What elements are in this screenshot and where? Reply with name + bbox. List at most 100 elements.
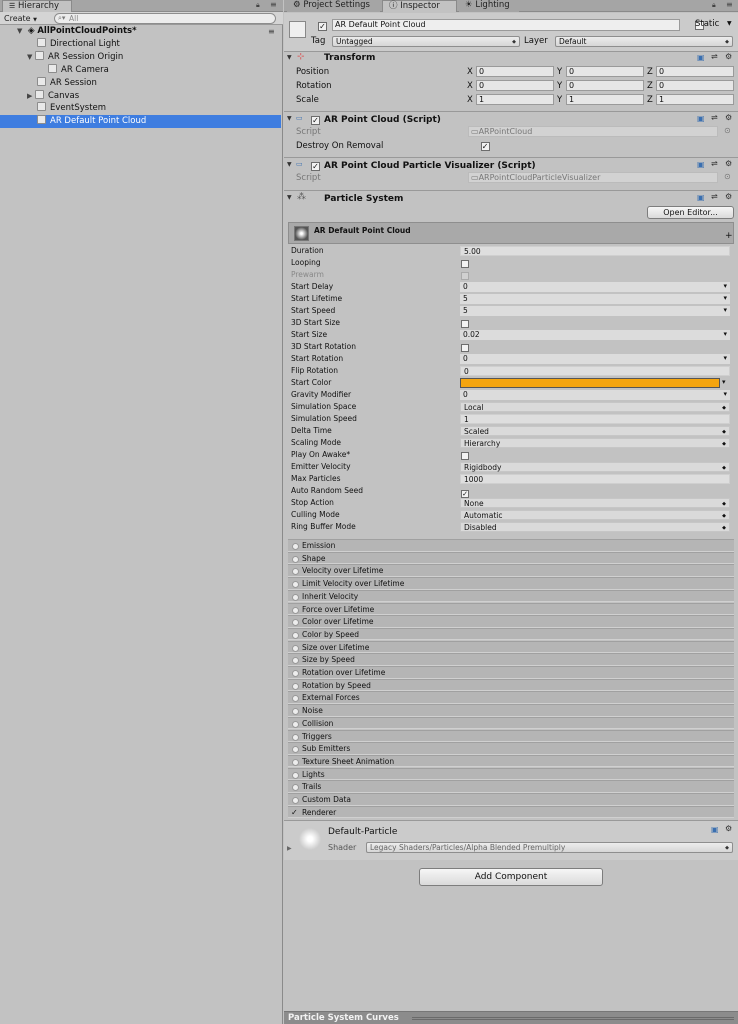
panel-menu-icon[interactable]: ≡ [270, 0, 277, 9]
tab-hierarchy[interactable]: ☰ Hierarchy [2, 0, 72, 12]
particle-prop-value[interactable]: 0 [460, 389, 730, 400]
module-row[interactable]: ✓ Renderer [288, 805, 734, 819]
lock-icon[interactable]: 🔒︎ [712, 1, 716, 10]
chevron-down-icon[interactable]: ▾ [722, 376, 726, 388]
particle-prop-value[interactable]: 0 [460, 281, 730, 292]
particle-prop-value[interactable]: 5 [460, 305, 730, 316]
transform-y-field[interactable]: 0 [566, 80, 644, 91]
axis-label-z[interactable]: Z [647, 95, 653, 105]
help-icon[interactable]: ▣ [711, 825, 719, 834]
expand-arrow-icon[interactable]: ▼ [27, 51, 35, 64]
scene-menu-icon[interactable]: ≡ [268, 25, 275, 38]
hierarchy-item-eventsystem[interactable]: EventSystem [0, 102, 281, 115]
axis-label-x[interactable]: X [467, 67, 473, 77]
axis-label-y[interactable]: Y [557, 81, 562, 91]
module-row[interactable]: Velocity over Lifetime [288, 564, 734, 577]
axis-label-x[interactable]: X [467, 95, 473, 105]
module-toggle-circle[interactable] [292, 657, 299, 665]
module-row[interactable]: Noise [288, 704, 734, 717]
particle-prop-checkbox[interactable] [461, 272, 469, 280]
foldout-arrow-icon[interactable]: ▶ [287, 845, 292, 852]
transform-z-field[interactable]: 1 [656, 94, 734, 105]
tag-dropdown[interactable]: Untagged [332, 36, 520, 47]
tab-project-settings[interactable]: ⚙ Project Settings [287, 0, 380, 12]
add-component-button[interactable]: Add Component [419, 868, 603, 886]
axis-label-x[interactable]: X [467, 81, 473, 91]
foldout-arrow-icon[interactable]: ▼ [287, 194, 292, 201]
module-toggle-circle[interactable] [292, 543, 299, 550]
module-toggle-circle[interactable] [292, 606, 299, 614]
transform-x-field[interactable]: 0 [476, 66, 554, 77]
foldout-arrow-icon[interactable]: ▼ [287, 54, 292, 61]
module-row[interactable]: External Forces [288, 691, 734, 704]
particle-prop-value[interactable]: 5.00 [460, 246, 730, 256]
particle-prop-value[interactable]: Automatic [460, 510, 730, 521]
settings-gear-icon[interactable]: ⚙ [725, 159, 732, 168]
transform-x-field[interactable]: 0 [476, 80, 554, 91]
particle-prop-value[interactable]: 5 [460, 293, 730, 304]
settings-gear-icon[interactable]: ⚙ [725, 192, 732, 201]
settings-gear-icon[interactable]: ⚙ [725, 113, 732, 122]
module-toggle-circle[interactable] [292, 758, 299, 766]
module-row[interactable]: Color by Speed [288, 627, 734, 641]
particle-prop-value[interactable]: Disabled [460, 522, 730, 533]
module-row[interactable]: Shape [288, 551, 734, 565]
module-row[interactable]: Rotation over Lifetime [288, 666, 734, 679]
module-row[interactable]: Size over Lifetime [288, 640, 734, 654]
transform-z-field[interactable]: 0 [656, 66, 734, 77]
module-toggle-circle[interactable] [292, 784, 299, 792]
module-toggle-circle[interactable] [292, 746, 299, 754]
module-row[interactable]: Trails [288, 780, 734, 793]
scene-row[interactable]: ▼ ◈ AllPointCloudPoints* ≡ [0, 25, 281, 38]
transform-y-field[interactable]: 0 [566, 66, 644, 77]
module-row[interactable]: Texture Sheet Animation [288, 754, 734, 768]
open-editor-button[interactable]: Open Editor... [647, 206, 734, 219]
module-toggle-circle[interactable] [292, 708, 299, 716]
module-toggle-circle[interactable] [292, 631, 299, 639]
module-toggle-circle[interactable] [292, 695, 299, 703]
particle-prop-value[interactable]: Rigidbody [460, 462, 730, 473]
module-toggle-circle[interactable] [292, 568, 299, 576]
axis-label-z[interactable]: Z [647, 81, 653, 91]
static-dropdown-icon[interactable]: ▼ [727, 20, 732, 27]
particle-prop-value[interactable]: None [460, 498, 730, 509]
module-toggle-circle[interactable] [292, 555, 299, 563]
particle-prop-value[interactable]: 0 [460, 353, 730, 364]
help-icon[interactable]: ▣ [697, 53, 705, 62]
create-button[interactable]: Create ▼ [4, 13, 37, 24]
module-row[interactable]: Rotation by Speed [288, 678, 734, 692]
module-toggle-circle[interactable] [292, 581, 299, 589]
lock-icon[interactable]: 🔒︎ [256, 1, 260, 10]
expand-arrow-icon[interactable]: ▼ [17, 25, 25, 38]
module-row[interactable]: Force over Lifetime [288, 602, 734, 616]
checkmark-icon[interactable]: ✓ [291, 807, 298, 819]
module-row[interactable]: Triggers [288, 729, 734, 743]
hierarchy-item-ar-default-point-cloud[interactable]: AR Default Point Cloud [0, 115, 281, 128]
preset-icon[interactable]: ⇌ [711, 52, 718, 61]
main-module-header[interactable]: AR Default Point Cloud + [288, 222, 734, 244]
module-row[interactable]: Size by Speed [288, 653, 734, 666]
tab-lighting[interactable]: ☀ Lighting [459, 0, 519, 12]
module-row[interactable]: Color over Lifetime [288, 615, 734, 628]
tab-inspector[interactable]: ⓘ Inspector [382, 0, 457, 12]
transform-z-field[interactable]: 0 [656, 80, 734, 91]
axis-label-y[interactable]: Y [557, 95, 562, 105]
transform-x-field[interactable]: 1 [476, 94, 554, 105]
shader-dropdown[interactable]: Legacy Shaders/Particles/Alpha Blended P… [366, 842, 733, 853]
help-icon[interactable]: ▣ [697, 114, 705, 123]
particle-prop-checkbox[interactable] [461, 320, 469, 328]
particle-prop-value[interactable]: Scaled [460, 426, 730, 437]
layer-dropdown[interactable]: Default [555, 36, 733, 47]
module-toggle-circle[interactable] [292, 682, 299, 690]
module-toggle-circle[interactable] [292, 593, 299, 601]
start-color-swatch[interactable] [460, 378, 720, 388]
module-row[interactable]: Emission [288, 539, 734, 552]
destroy-on-removal-checkbox[interactable]: ✓ [480, 142, 490, 151]
particle-prop-value[interactable]: 1000 [460, 474, 730, 484]
axis-label-y[interactable]: Y [557, 67, 562, 77]
module-row[interactable]: Sub Emitters [288, 742, 734, 755]
axis-label-z[interactable]: Z [647, 67, 653, 77]
module-toggle-circle[interactable] [292, 771, 299, 779]
particle-prop-value[interactable]: Local [460, 402, 730, 413]
panel-menu-icon[interactable]: ≡ [726, 0, 733, 9]
